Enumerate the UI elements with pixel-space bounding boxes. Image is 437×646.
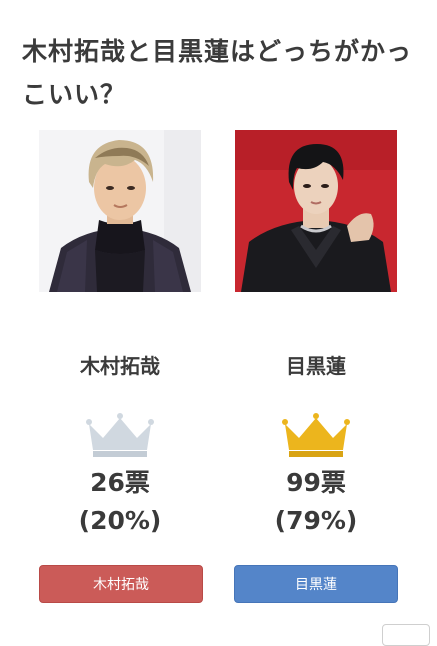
candidate-photo-kimura bbox=[39, 130, 201, 292]
crown-icon bbox=[86, 413, 154, 457]
floating-action-button[interactable] bbox=[382, 624, 430, 646]
poll-title: 木村拓哉と目黒蓮はどっちがかっこいい？ bbox=[22, 37, 413, 109]
vote-count: 99票 bbox=[286, 468, 346, 497]
candidate-name: 木村拓哉 bbox=[80, 354, 160, 378]
candidate-photo-meguro bbox=[235, 130, 397, 292]
vote-count: 26票 bbox=[90, 468, 150, 497]
crown-icon bbox=[282, 413, 350, 457]
vote-button-kimura[interactable]: 木村拓哉 bbox=[39, 565, 203, 603]
vote-button-meguro[interactable]: 目黒蓮 bbox=[234, 565, 398, 603]
vote-percent: (79%) bbox=[274, 506, 358, 535]
candidate-card-meguro: 目黒蓮 99票 (79%) bbox=[235, 130, 397, 538]
vote-percent: (20%) bbox=[78, 506, 162, 535]
candidate-name: 目黒蓮 bbox=[286, 354, 346, 378]
candidate-card-kimura: 木村拓哉 26票 (20%) bbox=[39, 130, 201, 538]
